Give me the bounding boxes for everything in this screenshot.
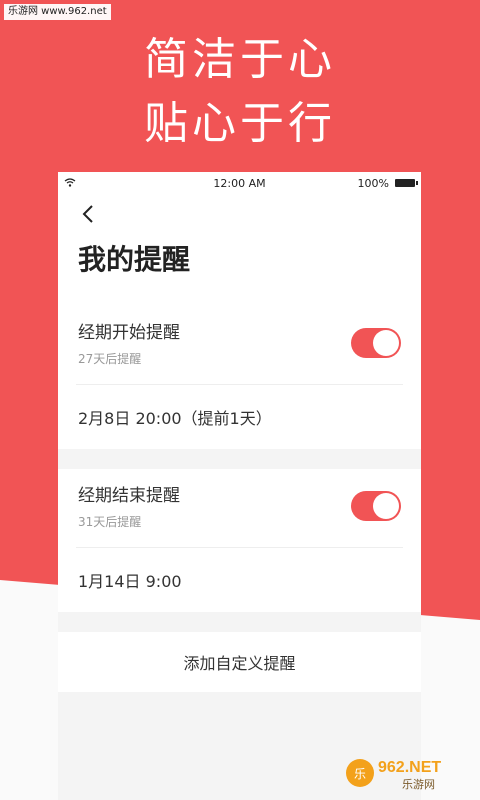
status-bar: 12:00 AM 100% <box>58 172 421 194</box>
toggle-knob <box>373 493 399 519</box>
toggle-knob <box>373 330 399 356</box>
reminder-time: 1月14日 9:00 <box>78 572 182 591</box>
svg-text:962.NET: 962.NET <box>378 759 441 776</box>
reminder-card: 经期结束提醒 31天后提醒 1月14日 9:00 <box>58 469 421 612</box>
reminder-toggle[interactable] <box>351 491 401 521</box>
battery-icon <box>395 179 418 187</box>
reminder-card: 经期开始提醒 27天后提醒 2月8日 20:00（提前1天） <box>58 306 421 449</box>
reminder-subtitle: 27天后提醒 <box>78 352 142 366</box>
add-custom-reminder-button[interactable]: 添加自定义提醒 <box>58 632 421 692</box>
slogan-line-2: 贴心于行 <box>144 98 336 149</box>
back-button[interactable] <box>74 200 102 228</box>
battery-percent: 100% <box>357 177 389 190</box>
reminder-time: 2月8日 20:00（提前1天） <box>78 409 272 428</box>
reminder-time-row[interactable]: 1月14日 9:00 <box>76 548 403 612</box>
svg-text:乐: 乐 <box>354 767 366 781</box>
reminder-title: 经期结束提醒 <box>78 486 180 506</box>
reminder-header: 经期开始提醒 27天后提醒 <box>76 306 403 385</box>
reminder-subtitle: 31天后提醒 <box>78 515 142 529</box>
site-watermark: 乐游网 www.962.net <box>4 4 111 20</box>
reminder-time-row[interactable]: 2月8日 20:00（提前1天） <box>76 385 403 449</box>
phone-screen: 12:00 AM 100% 我的提醒 经期开始提醒 27天后提醒 2月8日 20… <box>58 172 421 800</box>
reminder-toggle[interactable] <box>351 328 401 358</box>
page-title: 我的提醒 <box>78 243 191 276</box>
reminder-title: 经期开始提醒 <box>78 323 180 343</box>
chevron-left-icon <box>82 205 93 223</box>
slogan-line-1: 简洁于心 <box>144 34 336 85</box>
reminder-header: 经期结束提醒 31天后提醒 <box>76 469 403 548</box>
brand-logo: 乐 962.NET 乐游网 <box>346 759 441 791</box>
svg-text:乐游网: 乐游网 <box>402 778 435 791</box>
page-header: 我的提醒 <box>58 194 421 306</box>
